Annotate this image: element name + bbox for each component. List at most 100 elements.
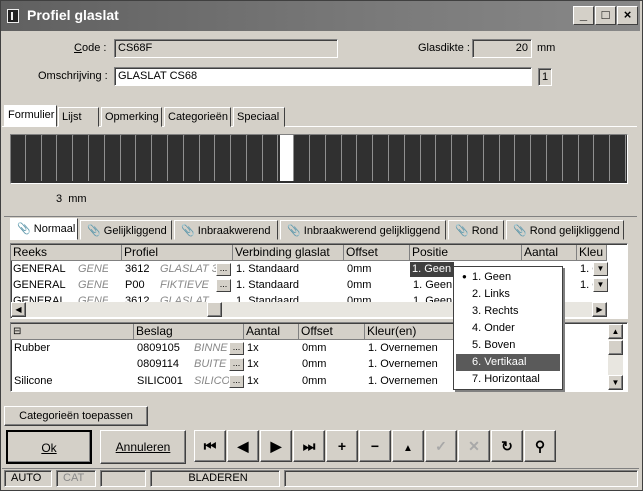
tab-speciaal[interactable]: Speciaal (233, 107, 285, 127)
strip-segment[interactable] (500, 135, 516, 181)
strip-segment[interactable] (26, 135, 42, 181)
profiel-lookup-button[interactable]: ... (216, 279, 231, 292)
beslag-lookup-button[interactable]: ... (229, 358, 244, 371)
language-badge[interactable]: 1 (538, 68, 552, 86)
menu-item-rechts[interactable]: 3. Rechts (456, 303, 560, 320)
strip-segment[interactable] (89, 135, 105, 181)
strip-segment[interactable] (326, 135, 342, 181)
remove-button[interactable]: − (359, 430, 391, 462)
positie-menu[interactable]: ● 1. Geen 2. Links 3. Rechts 4. Onder 5. … (453, 266, 563, 390)
subtab-normaal[interactable]: 📎 Normaal (10, 218, 78, 240)
strip-segment[interactable] (105, 135, 121, 181)
beslag-lookup-button[interactable]: ... (229, 342, 244, 355)
menu-item-links[interactable]: 2. Links (456, 286, 560, 303)
code-field[interactable]: CS68F (114, 39, 338, 58)
strip-segment[interactable] (247, 135, 263, 181)
cell-positie[interactable]: 1. Geen (411, 294, 455, 302)
scroll-thumb[interactable] (207, 302, 222, 317)
col-profiel[interactable]: Profiel (122, 245, 233, 261)
strip-segment[interactable] (484, 135, 500, 181)
tab-formulier[interactable]: Formulier (4, 105, 57, 127)
strip-segment[interactable] (200, 135, 216, 181)
subtab-inbraakwerend-gelijkliggend[interactable]: 📎 Inbraakwerend gelijkliggend (280, 220, 446, 240)
col-kleur[interactable]: Kleu (577, 245, 607, 261)
cancel-edit-button[interactable]: ✕ (458, 430, 490, 462)
strip-segment[interactable] (390, 135, 405, 181)
subtab-rond-gelijkliggend[interactable]: 📎 Rond gelijkliggend (506, 220, 624, 240)
strip-segment[interactable] (437, 135, 453, 181)
scroll-up-icon[interactable]: ▲ (608, 324, 623, 339)
strip-segment[interactable] (58, 135, 74, 181)
subtab-rond[interactable]: 📎 Rond (448, 220, 504, 240)
kleur-dropdown-button[interactable]: ▼ (593, 278, 608, 292)
col-beslag[interactable]: Beslag (134, 324, 244, 340)
strip-segment[interactable] (295, 135, 311, 181)
strip-segment[interactable] (184, 135, 200, 181)
strip-segment[interactable] (358, 135, 374, 181)
strip-segment[interactable] (579, 135, 595, 181)
cell-positie[interactable]: 1. Geen (411, 278, 455, 293)
strip-segment[interactable] (374, 135, 390, 181)
strip-segment[interactable] (453, 135, 469, 181)
menu-item-onder[interactable]: 4. Onder (456, 320, 560, 337)
beslag-lookup-button[interactable]: ... (229, 375, 244, 388)
last-record-button[interactable]: ⏭ (293, 430, 325, 462)
subtab-inbraakwerend[interactable]: 📎 Inbraakwerend (174, 220, 278, 240)
glasdikte-field[interactable]: 20 (472, 39, 532, 58)
col-aantal2[interactable]: Aantal (244, 324, 299, 340)
strip-segment[interactable] (611, 135, 626, 181)
menu-item-boven[interactable]: 5. Boven (456, 337, 560, 354)
col-offset[interactable]: Offset (344, 245, 410, 261)
col-verbinding[interactable]: Verbinding glaslat (233, 245, 344, 261)
strip-segment[interactable] (168, 135, 184, 181)
col-reeks[interactable]: Reeks (11, 245, 122, 261)
confirm-button[interactable]: ✓ (425, 430, 457, 462)
col-aantal[interactable]: Aantal (522, 245, 577, 261)
omschrijving-field[interactable]: GLASLAT CS68 (114, 67, 532, 86)
refresh-button[interactable]: ↻ (491, 430, 523, 462)
categorieen-toepassen-button[interactable]: Categorieën toepassen (4, 406, 148, 426)
strip-segment[interactable] (263, 135, 279, 181)
strip-segment[interactable] (563, 135, 579, 181)
up-button[interactable]: ▲ (392, 430, 424, 462)
strip-segment[interactable] (137, 135, 153, 181)
collapse-icon[interactable]: ⊟ (11, 324, 134, 340)
search-button[interactable]: ⚲ (524, 430, 556, 462)
tab-lijst[interactable]: Lijst (58, 107, 99, 127)
grid2-v-scrollbar[interactable]: ▲ ▼ (608, 324, 623, 390)
cell-positie[interactable]: 1. Geen (410, 262, 454, 277)
menu-item-vertikaal[interactable]: 6. Vertikaal (456, 354, 560, 371)
tab-categorieen[interactable]: Categorieën (164, 107, 231, 127)
strip-segment[interactable] (311, 135, 326, 181)
prev-record-button[interactable]: ◀ (227, 430, 259, 462)
col-offset2[interactable]: Offset (299, 324, 365, 340)
scroll-down-icon[interactable]: ▼ (608, 375, 623, 390)
scroll-left-icon[interactable]: ◀ (11, 302, 26, 317)
strip-segment[interactable] (421, 135, 437, 181)
menu-item-geen[interactable]: ● 1. Geen (456, 269, 560, 286)
tab-opmerking[interactable]: Opmerking (101, 107, 162, 127)
next-record-button[interactable]: ▶ (260, 430, 292, 462)
close-button[interactable]: × (617, 6, 638, 25)
strip-segment[interactable] (232, 135, 247, 181)
scroll-right-icon[interactable]: ▶ (592, 302, 607, 317)
annuleren-button[interactable]: Annuleren (100, 430, 186, 464)
strip-segment[interactable] (469, 135, 484, 181)
first-record-button[interactable]: ⏮ (194, 430, 226, 462)
strip-segment[interactable] (279, 135, 295, 181)
col-kleuren[interactable]: Kleur(en) (365, 324, 455, 340)
strip-segment[interactable] (532, 135, 547, 181)
strip-segment[interactable] (548, 135, 563, 181)
maximize-button[interactable]: □ (595, 6, 616, 25)
col-positie[interactable]: Positie (410, 245, 522, 261)
strip-segment[interactable] (405, 135, 421, 181)
menu-item-horizontaal[interactable]: 7. Horizontaal (456, 371, 560, 388)
profiel-lookup-button[interactable]: ... (216, 263, 231, 276)
strip-segment[interactable] (516, 135, 532, 181)
strip-segment[interactable] (342, 135, 358, 181)
profile-strip[interactable] (10, 134, 628, 184)
scroll-thumb[interactable] (608, 340, 623, 355)
minimize-button[interactable]: _ (573, 6, 594, 25)
strip-segment[interactable] (216, 135, 232, 181)
strip-segment[interactable] (153, 135, 168, 181)
